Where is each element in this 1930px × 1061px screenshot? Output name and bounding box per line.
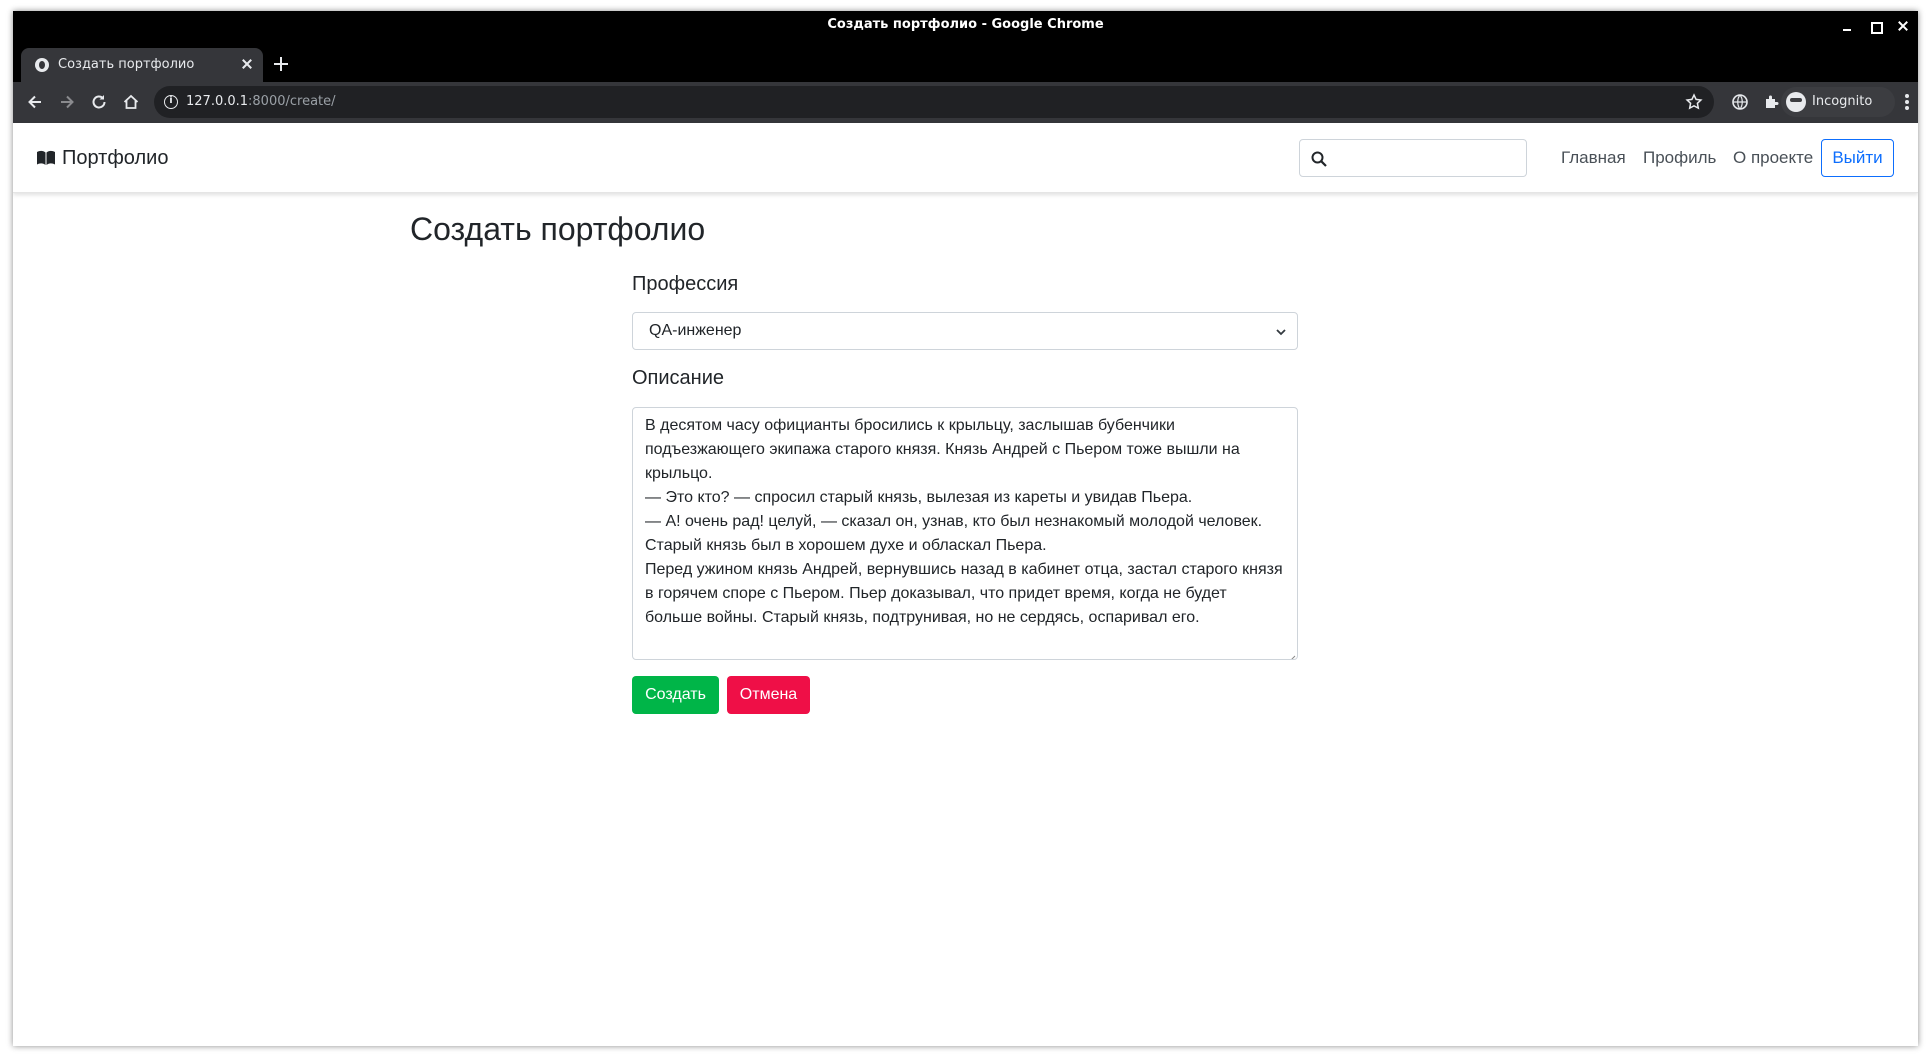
description-text: В десятом часу официанты бросились к кры… xyxy=(645,417,1283,626)
home-icon[interactable] xyxy=(121,92,141,112)
brand-label: Портфолио xyxy=(62,147,169,169)
resize-grip-icon[interactable] xyxy=(1286,648,1296,659)
desktop: Создать портфолио - Google Chrome Создат… xyxy=(0,0,1930,1061)
page-title: Создать портфолио xyxy=(410,211,706,247)
site-info-icon[interactable] xyxy=(164,95,178,109)
description-textarea[interactable]: В десятом часу официанты бросились к кры… xyxy=(632,407,1298,660)
profession-label: Профессия xyxy=(632,273,739,295)
nav-link-home[interactable]: Главная xyxy=(1561,148,1626,168)
site-navbar: Портфолио Главная Профиль О проекте Выйт… xyxy=(13,123,1918,193)
create-button[interactable]: Создать xyxy=(632,676,719,714)
tab-strip: Создать портфолио xyxy=(13,40,1918,82)
incognito-badge[interactable]: Incognito xyxy=(1781,87,1895,117)
nav-link-profile[interactable]: Профиль xyxy=(1643,148,1716,168)
cancel-button[interactable]: Отмена xyxy=(727,676,810,714)
chevron-down-icon xyxy=(1275,325,1287,337)
extensions-puzzle-icon[interactable] xyxy=(1762,92,1782,112)
incognito-label: Incognito xyxy=(1812,94,1873,109)
forward-arrow-icon[interactable] xyxy=(57,92,77,112)
minimize-icon[interactable] xyxy=(1836,15,1858,37)
close-window-icon[interactable] xyxy=(1892,15,1914,37)
bookmark-star-icon[interactable] xyxy=(1684,92,1704,112)
search-icon xyxy=(1310,150,1328,168)
logout-button[interactable]: Выйти xyxy=(1821,139,1894,177)
incognito-icon xyxy=(1786,92,1806,112)
nav-link-about[interactable]: О проекте xyxy=(1733,148,1813,168)
new-tab-icon[interactable] xyxy=(271,54,291,74)
browser-toolbar: 127.0.0.1:8000/create/ Incognito xyxy=(13,82,1918,123)
search-input[interactable] xyxy=(1299,139,1527,177)
url-text: 127.0.0.1:8000/create/ xyxy=(186,94,336,109)
book-icon xyxy=(36,149,56,165)
globe-icon xyxy=(35,58,49,72)
description-label: Описание xyxy=(632,367,725,389)
profession-selected-value: QA-инженер xyxy=(649,322,742,339)
page-viewport: Портфолио Главная Профиль О проекте Выйт… xyxy=(13,123,1918,1046)
profession-select[interactable]: QA-инженер xyxy=(632,312,1298,350)
tab-active[interactable]: Создать портфолио xyxy=(21,48,263,82)
brand-link[interactable]: Портфолио xyxy=(36,147,168,170)
back-arrow-icon[interactable] xyxy=(25,92,45,112)
address-bar[interactable]: 127.0.0.1:8000/create/ xyxy=(154,86,1714,118)
translate-globe-icon[interactable] xyxy=(1730,92,1750,112)
close-icon[interactable] xyxy=(239,56,255,72)
browser-window: Создать портфолио - Google Chrome Создат… xyxy=(13,11,1918,1046)
more-menu-icon[interactable] xyxy=(1897,92,1917,112)
reload-icon[interactable] xyxy=(89,92,109,112)
window-titlebar: Создать портфолио - Google Chrome xyxy=(13,11,1918,40)
tab-title: Создать портфолио xyxy=(58,57,195,72)
maximize-icon[interactable] xyxy=(1864,15,1886,37)
window-title: Создать портфолио - Google Chrome xyxy=(827,17,1104,32)
